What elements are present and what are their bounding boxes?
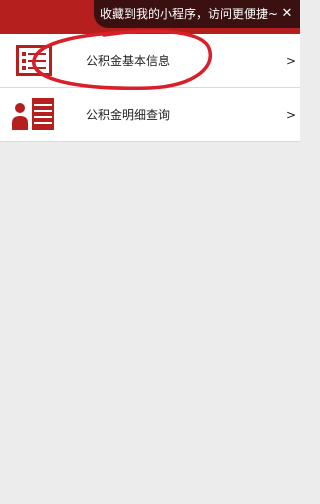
top-banner: 收藏到我的小程序，访问更便捷~ ✕	[0, 0, 300, 34]
chevron-right-icon: >	[285, 108, 296, 122]
tip-text: 收藏到我的小程序，访问更便捷~	[100, 7, 279, 21]
user-list-icon	[12, 98, 54, 130]
menu-item-basic-info[interactable]: 公积金基本信息 >	[0, 34, 300, 88]
close-icon[interactable]: ✕	[280, 0, 294, 28]
add-to-my-miniprogram-tip[interactable]: 收藏到我的小程序，访问更便捷~ ✕	[94, 0, 300, 28]
menu-item-detail-query[interactable]: 公积金明细查询 >	[0, 88, 300, 142]
info-card-icon	[16, 45, 52, 76]
menu-item-label: 公积金明细查询	[86, 108, 171, 122]
menu-item-label: 公积金基本信息	[86, 54, 171, 68]
chevron-right-icon: >	[285, 54, 296, 68]
